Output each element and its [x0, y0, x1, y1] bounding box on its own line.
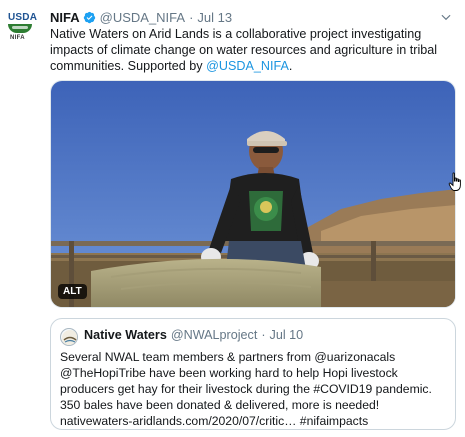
hand-pointer-cursor-icon: [448, 172, 461, 191]
tweet-text-end: .: [288, 59, 293, 73]
avatar-usda-logo-text: USDA: [8, 12, 38, 23]
quoted-avatar[interactable]: [60, 328, 78, 346]
usda-logo-stripe-highlight: [12, 26, 28, 29]
quoted-date[interactable]: Jul 10: [270, 328, 304, 342]
quoted-handle[interactable]: @NWALproject: [171, 328, 258, 342]
tweet[interactable]: USDA NIFA NIFA @USDA_NIFA · Jul 13 Nativ…: [0, 0, 465, 437]
quoted-tweet[interactable]: Native Waters @NWALproject · Jul 10 Seve…: [50, 318, 456, 430]
handle[interactable]: @USDA_NIFA: [100, 10, 185, 25]
alt-text-badge[interactable]: ALT: [58, 284, 87, 299]
mention-link[interactable]: @USDA_NIFA: [206, 59, 289, 73]
photo-man-carrying-hay-bale: [51, 81, 455, 307]
verified-badge-icon: [83, 11, 95, 24]
tweet-header: NIFA @USDA_NIFA · Jul 13: [50, 9, 232, 26]
tweet-photo[interactable]: ALT: [50, 80, 456, 308]
quoted-display-name[interactable]: Native Waters: [84, 328, 167, 342]
quoted-tweet-text: Several NWAL team members & partners fro…: [60, 350, 432, 428]
quoted-separator-dot: ·: [261, 328, 266, 342]
tweet-text: Native Waters on Arid Lands is a collabo…: [50, 26, 460, 74]
native-waters-logo-icon: [62, 330, 77, 345]
display-name[interactable]: NIFA: [50, 10, 80, 25]
avatar[interactable]: USDA NIFA: [8, 12, 38, 42]
chevron-down-icon[interactable]: [439, 10, 453, 24]
quoted-tweet-header: Native Waters @NWALproject · Jul 10: [84, 328, 303, 342]
tweet-date[interactable]: Jul 13: [197, 10, 232, 25]
separator-dot: ·: [189, 10, 194, 25]
avatar-nifa-text: NIFA: [10, 35, 25, 41]
